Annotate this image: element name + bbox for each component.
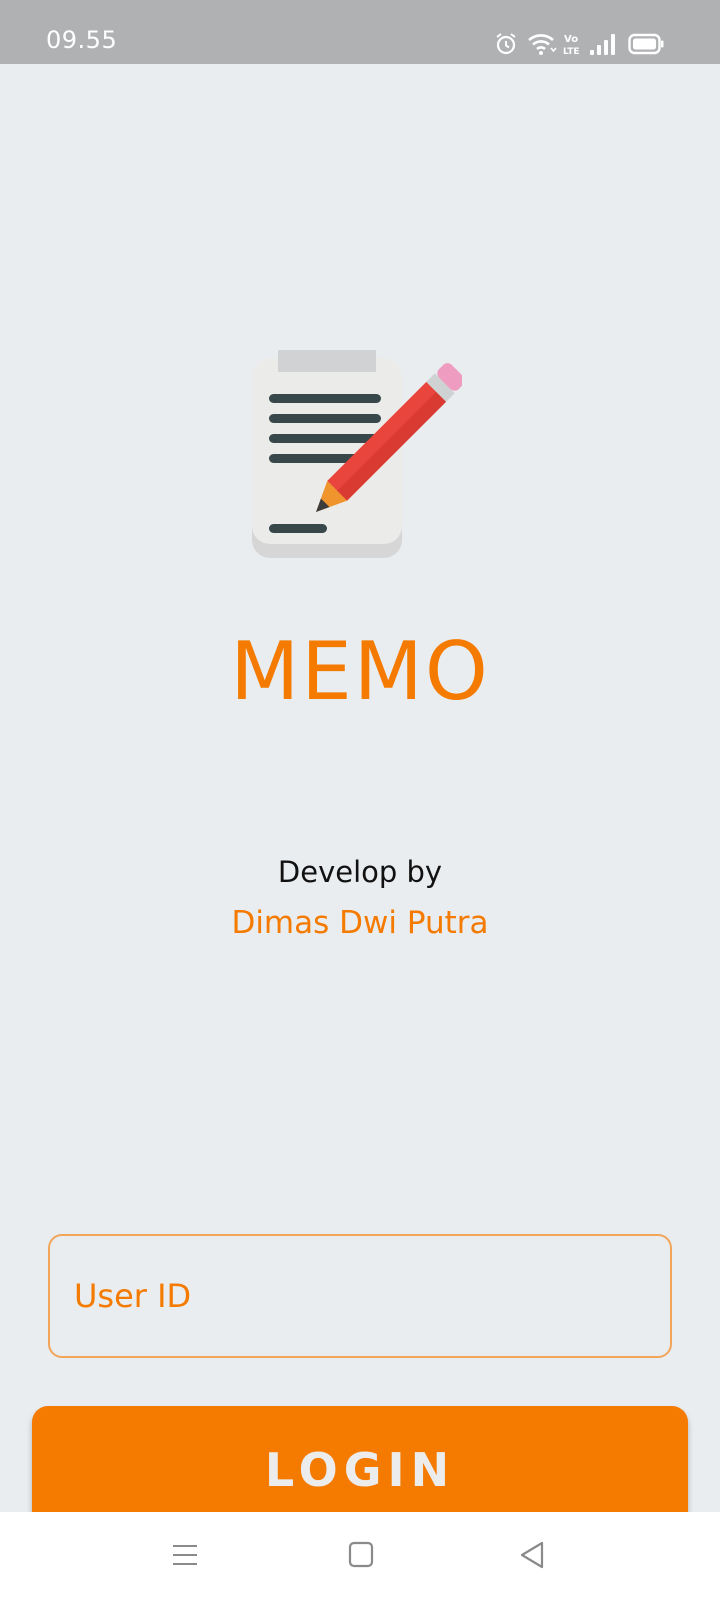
developer-label: Develop by	[277, 855, 443, 889]
main-content: MEMO Develop by Dimas Dwi Putra LOGIN	[0, 64, 720, 1534]
back-icon[interactable]	[518, 1540, 546, 1570]
user-id-input[interactable]	[50, 1236, 670, 1356]
home-icon[interactable]	[348, 1541, 374, 1569]
alarm-icon	[496, 33, 516, 55]
user-id-field[interactable]	[48, 1234, 672, 1358]
svg-text:Vo: Vo	[564, 34, 578, 45]
svg-text:LTE: LTE	[563, 47, 580, 56]
status-bar: 09.55 Vo LTE	[0, 0, 720, 64]
app-title: MEMO	[230, 625, 490, 718]
volte-icon: Vo LTE	[563, 34, 580, 56]
signal-icon	[590, 34, 615, 55]
battery-icon	[628, 33, 664, 55]
menu-icon[interactable]	[172, 1542, 198, 1568]
wifi-icon	[528, 34, 557, 55]
memo-logo-icon	[252, 350, 462, 558]
developer-name: Dimas Dwi Putra	[231, 905, 489, 941]
navigation-bar	[0, 1512, 720, 1600]
status-icons: Vo LTE	[0, 0, 720, 64]
